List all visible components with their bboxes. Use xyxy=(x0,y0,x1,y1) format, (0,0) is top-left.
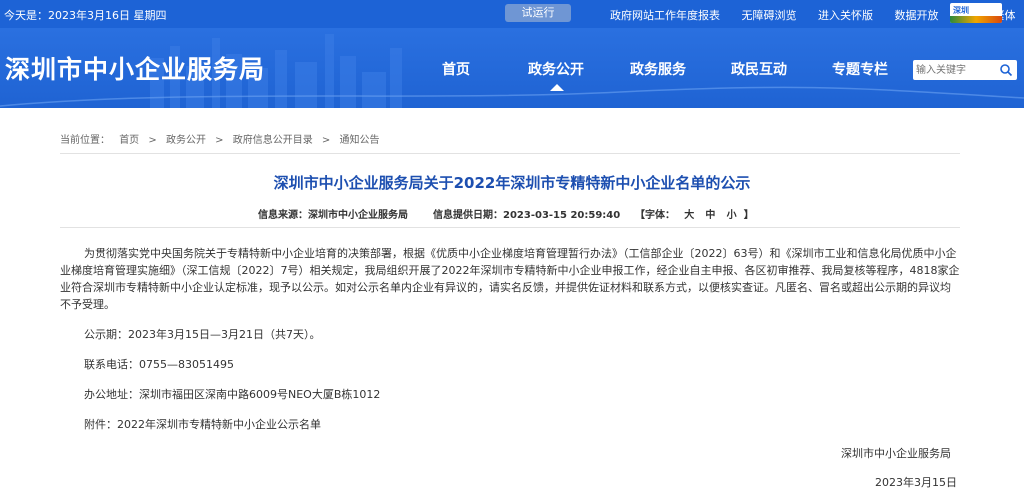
nav-government-affairs[interactable]: 政务公开 xyxy=(528,59,584,79)
breadcrumb-separator: > xyxy=(321,135,331,146)
site-title[interactable]: 深圳市中小企业服务局 xyxy=(5,50,265,86)
current-date: 今天是：2023年3月16日 星期四 xyxy=(4,9,167,22)
search-box xyxy=(913,60,1017,80)
trial-run-badge[interactable]: 试运行 xyxy=(505,4,571,22)
accessibility-link[interactable]: 无障碍浏览 xyxy=(742,9,797,22)
breadcrumb-info-catalog[interactable]: 政府信息公开目录 xyxy=(233,135,313,146)
nav-special-topics[interactable]: 专题专栏 xyxy=(832,59,888,79)
source-value: 深圳市中小企业服务局 xyxy=(308,210,408,221)
breadcrumb-prefix: 当前位置： xyxy=(60,135,110,146)
breadcrumb-separator: > xyxy=(148,135,157,146)
nav-public-interaction[interactable]: 政民互动 xyxy=(731,59,787,79)
article-date: 信息提供日期：2023-03-15 20:59:40 xyxy=(433,206,620,221)
nav-home[interactable]: 首页 xyxy=(442,59,470,79)
signature: 深圳市中小企业服务局 xyxy=(841,447,951,460)
nav-active-indicator xyxy=(550,84,564,91)
font-size-end: 】 xyxy=(743,210,754,221)
attachment-link[interactable]: 附件：2022年深圳市专精特新中小企业公示名单 xyxy=(84,416,321,432)
search-input[interactable] xyxy=(916,62,994,78)
meta-divider xyxy=(60,227,960,228)
top-utility-bar: 今天是：2023年3月16日 星期四 试运行 政府网站工作年度报表 无障碍浏览 … xyxy=(0,0,1024,28)
breadcrumb: 当前位置： 首页 > 政务公开 > 政府信息公开目录 > 通知公告 xyxy=(60,131,385,146)
publicity-period: 公示期：2023年3月15日—3月21日（共7天）。 xyxy=(84,328,321,341)
open-data-link[interactable]: 数据开放 xyxy=(895,9,939,22)
font-size-small[interactable]: 小 xyxy=(727,210,737,221)
care-mode-link[interactable]: 进入关怀版 xyxy=(818,9,873,22)
breadcrumb-divider xyxy=(60,153,960,154)
font-size-medium[interactable]: 中 xyxy=(705,210,715,221)
city-logo-mark: 深圳 xyxy=(953,6,969,15)
article-title: 深圳市中小企业服务局关于2022年深圳市专精特新中小企业名单的公示 xyxy=(273,174,751,192)
font-size-label: 【字体： xyxy=(635,210,675,221)
city-logo-badge[interactable]: 深圳 xyxy=(950,3,1002,23)
logo-stripe xyxy=(950,16,1002,23)
font-size-controls: 【字体： 大 中 小 】 xyxy=(635,206,754,221)
article-body: 为贯彻落实党中央国务院关于专精特新中小企业培育的决策部署，根据《优质中小企业梯度… xyxy=(60,247,960,311)
nav-government-services[interactable]: 政务服务 xyxy=(630,59,686,79)
breadcrumb-separator: > xyxy=(215,135,224,146)
signature-date: 2023年3月15日 xyxy=(875,476,957,489)
site-header: 深圳市中小企业服务局 首页 政务公开 政务服务 政民互动 专题专栏 xyxy=(0,28,1024,108)
font-size-large[interactable]: 大 xyxy=(684,210,694,221)
breadcrumb-home[interactable]: 首页 xyxy=(119,135,139,146)
date-value: 2023-03-15 20:59:40 xyxy=(503,210,621,221)
search-icon[interactable] xyxy=(999,63,1013,77)
breadcrumb-government-affairs[interactable]: 政务公开 xyxy=(166,135,206,146)
source-label: 信息来源： xyxy=(258,210,308,221)
breadcrumb-notices[interactable]: 通知公告 xyxy=(339,135,379,146)
annual-report-link[interactable]: 政府网站工作年度报表 xyxy=(610,9,720,22)
office-address: 办公地址：深圳市福田区深南中路6009号NEO大厦B栋1012 xyxy=(84,388,381,401)
date-label: 信息提供日期： xyxy=(433,210,503,221)
contact-phone: 联系电话：0755—83051495 xyxy=(84,358,234,371)
article-source: 信息来源：深圳市中小企业服务局 xyxy=(258,206,408,221)
